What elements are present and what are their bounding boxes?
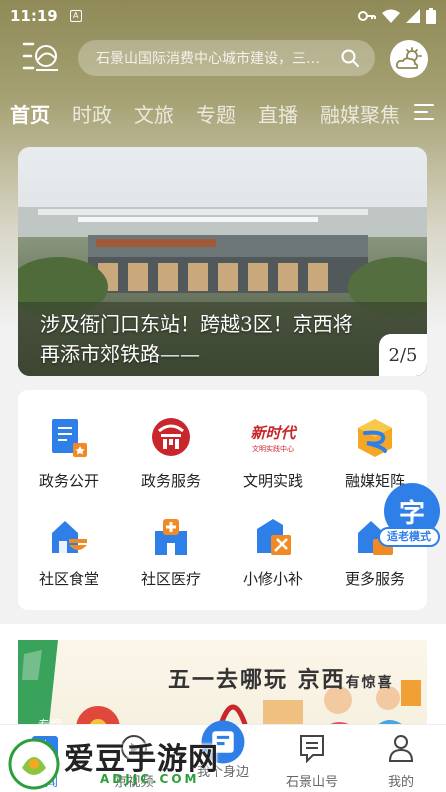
notification-a-icon: A [69, 10, 82, 22]
search-bar[interactable]: 石景山国际消费中心城市建设，三… [78, 40, 375, 76]
banner-caption: 涉及衙门口东站！跨越3区！京西将再添市郊铁路—— [40, 312, 353, 366]
battery-icon [426, 8, 436, 24]
channel-tabs: 首页 时政 文旅 专题 直播 融媒聚焦 [0, 96, 406, 130]
civilization-icon-text: 新时代 [250, 424, 296, 442]
service-label: 政务服务 [140, 472, 201, 490]
service-label: 小修小补 [242, 570, 303, 588]
search-icon[interactable] [341, 49, 359, 67]
service-item-medical[interactable]: 社区医疗 [120, 514, 222, 589]
watermark: 爱豆手游网 ADJJC.COM [8, 734, 258, 792]
weather-button[interactable] [390, 40, 428, 78]
promo-title: 五一去哪玩 京西有惊喜 [168, 667, 394, 693]
channel-menu-icon[interactable] [414, 104, 434, 122]
service-item-gov-open[interactable]: 政务公开 [18, 416, 120, 491]
search-placeholder: 石景山国际消费中心城市建设，三… [96, 51, 320, 67]
hall-icon [149, 416, 193, 460]
service-item-civilization[interactable]: 新时代 文明实践中心 文明实践 [222, 416, 324, 491]
civilization-icon: 新时代 文明实践中心 [245, 416, 301, 460]
canteen-icon [47, 514, 91, 558]
weather-cloud-sun-icon [395, 47, 422, 69]
services-panel: 政务公开 政务服务 新时代 文明实践中心 文明实践 融媒矩阵 社区食堂 社区医疗 [18, 390, 427, 610]
elder-mode-button[interactable]: 字 适老模式 [378, 483, 440, 549]
matrix-icon [353, 416, 397, 460]
nav-label: 石景山号 [285, 775, 338, 790]
key-icon [358, 11, 376, 21]
service-item-repair[interactable]: 小修小补 [222, 514, 324, 589]
service-item-canteen[interactable]: 社区食堂 [18, 514, 120, 589]
tab-item[interactable]: 融媒聚焦 [320, 99, 400, 128]
status-bar: 11:19 A [0, 0, 446, 32]
status-time: 11:19 [10, 7, 58, 25]
elder-mode-label: 适老模式 [378, 527, 440, 547]
app-header: 石景山国际消费中心城市建设，三… [0, 38, 446, 78]
signal-icon [406, 9, 420, 23]
service-item-gov-service[interactable]: 政务服务 [120, 416, 222, 491]
nav-account[interactable]: 石景山号 [267, 725, 357, 792]
tab-item[interactable]: 文旅 [134, 99, 174, 128]
nav-label: 我的 [387, 775, 414, 790]
profile-icon [388, 735, 414, 762]
banner-counter: 2/5 [379, 334, 427, 376]
service-label: 社区医疗 [140, 570, 201, 588]
service-label: 社区食堂 [38, 570, 99, 588]
service-item-media-matrix[interactable]: 融媒矩阵 [324, 416, 426, 491]
tab-item[interactable]: 时政 [72, 99, 112, 128]
app-logo-icon[interactable] [22, 40, 58, 74]
nav-profile[interactable]: 我的 [356, 725, 446, 792]
watermark-url: ADJJC.COM [100, 772, 200, 786]
repair-icon [251, 514, 295, 558]
medical-icon [149, 514, 193, 558]
news-banner[interactable]: 涉及衙门口东站！跨越3区！京西将再添市郊铁路—— 2/5 [18, 147, 427, 376]
wifi-icon [382, 9, 400, 23]
tab-item[interactable]: 首页 [10, 99, 50, 128]
promo-section: 五一去哪玩 京西有惊喜 专题 [0, 624, 446, 734]
service-label: 文明实践 [242, 472, 303, 490]
tab-item[interactable]: 专题 [196, 99, 236, 128]
document-icon [47, 416, 91, 460]
watermark-logo-icon [8, 738, 60, 790]
service-label: 更多服务 [344, 570, 405, 588]
service-label: 政务公开 [38, 472, 99, 490]
civilization-icon-subtext: 文明实践中心 [252, 445, 294, 453]
tab-item[interactable]: 直播 [258, 99, 298, 128]
account-icon [300, 735, 324, 764]
